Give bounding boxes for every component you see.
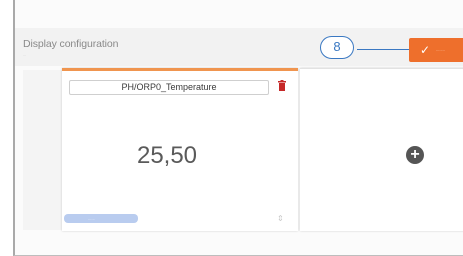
save-button[interactable]: ✓ ........ — [409, 38, 463, 62]
sensor-widget[interactable]: PH/ORP0_Temperature 25,50 ...... ⇕ — [62, 68, 298, 231]
sensor-value: 25,50 — [136, 142, 198, 169]
page-subtitle: ... — [23, 52, 27, 57]
add-widget-panel[interactable]: + — [300, 68, 463, 231]
checkmark-icon: ✓ — [420, 43, 431, 57]
widget-size-slider[interactable]: ...... — [64, 214, 138, 223]
sensor-name-field[interactable]: PH/ORP0_Temperature — [69, 80, 269, 95]
plus-icon[interactable]: + — [406, 146, 424, 164]
trash-icon[interactable] — [278, 80, 286, 91]
callout-badge: 8 — [320, 36, 354, 59]
save-button-label: ........ — [436, 47, 445, 52]
left-gutter — [23, 70, 63, 230]
display-configuration-window: Display configuration ... 8 ✓ ........ P… — [13, 0, 463, 256]
resize-handle-icon[interactable]: ⇕ — [277, 214, 284, 223]
slider-label: ...... — [88, 216, 95, 221]
page-title: Display configuration — [23, 38, 119, 50]
